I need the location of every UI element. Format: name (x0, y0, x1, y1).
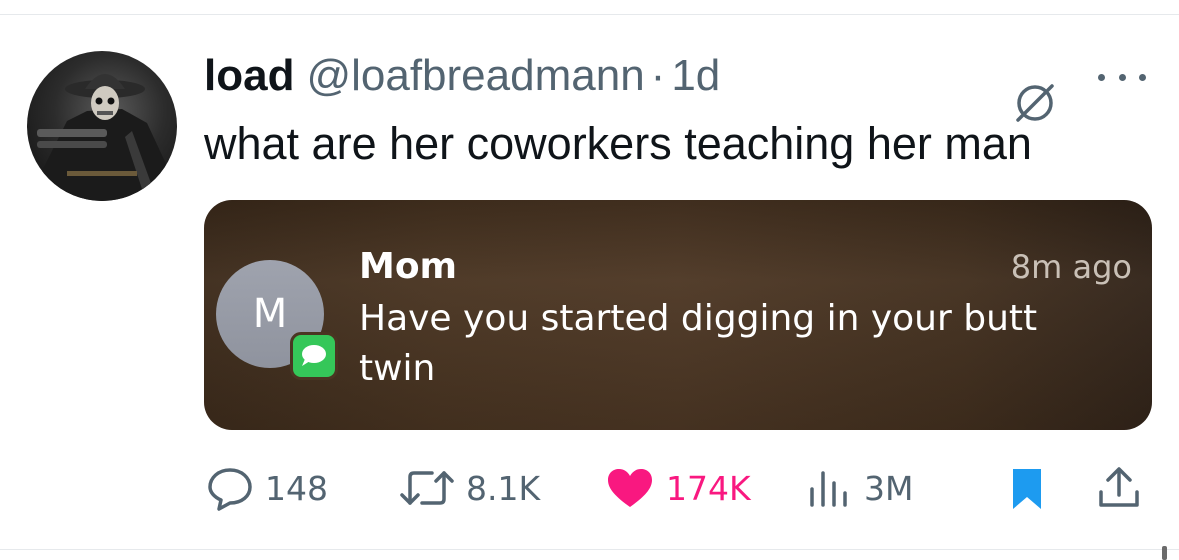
reply-icon (205, 465, 255, 511)
bookmark-icon (1008, 465, 1046, 511)
separator-dot: · (650, 51, 666, 100)
share-icon (1096, 465, 1142, 511)
display-name[interactable]: load (204, 51, 294, 101)
views-count: 3M (864, 468, 914, 508)
author-avatar[interactable] (27, 51, 177, 201)
scrollbar-thumb[interactable] (1162, 546, 1167, 560)
views-button[interactable]: 3M (804, 458, 913, 518)
notification-body: Have you started digging in your butt tw… (359, 298, 1038, 389)
bottom-divider (0, 549, 1179, 550)
views-icon (804, 465, 854, 511)
top-divider (0, 14, 1179, 15)
more-icon[interactable] (1098, 70, 1146, 84)
reply-button[interactable]: 148 (205, 458, 328, 518)
repost-button[interactable]: 8.1K (398, 458, 540, 518)
like-button[interactable]: 174K (604, 458, 751, 518)
repost-icon (398, 465, 456, 511)
tweet-media[interactable]: M Mom 8m ago Have you started digging in… (204, 200, 1152, 430)
messages-app-icon (290, 332, 338, 380)
like-count: 174K (666, 468, 751, 508)
notification-sender: Mom (359, 246, 458, 287)
tweet-time[interactable]: 1d (671, 51, 720, 101)
notification-time: 8m ago (1010, 248, 1132, 286)
action-bar: 148 8.1K 174K 3M (0, 458, 1179, 518)
tweet-text: what are her coworkers teaching her man (204, 118, 1032, 169)
repost-count: 8.1K (466, 468, 541, 508)
user-handle[interactable]: @loafbreadmann (306, 51, 644, 101)
contact-avatar-letter: M (252, 291, 288, 337)
like-icon (604, 465, 656, 511)
bookmark-button[interactable] (1008, 458, 1046, 518)
tweet-header: load @loafbreadmann · 1d (204, 48, 720, 104)
share-button[interactable] (1096, 458, 1142, 518)
reply-count: 148 (265, 468, 328, 508)
